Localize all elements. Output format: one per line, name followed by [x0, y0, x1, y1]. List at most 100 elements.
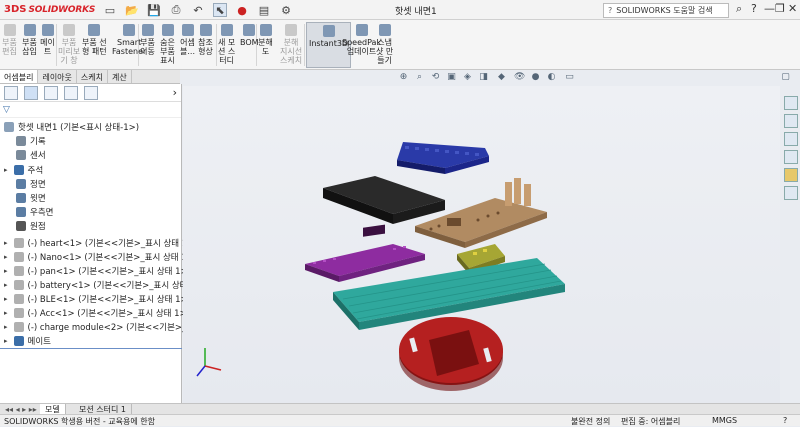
expand-caret-icon[interactable]: ▸ — [4, 239, 8, 247]
appearances-icon[interactable] — [784, 168, 798, 182]
ribbon-insert-component-button[interactable]: 부품 삽입 — [22, 22, 37, 56]
dimxpert-manager-tab-icon[interactable] — [64, 85, 78, 100]
tree-item[interactable]: ▸ 주석 — [4, 163, 43, 176]
search-icon[interactable]: ⌕ — [736, 2, 742, 16]
tree-item[interactable]: ▸ (-) battery<1> (기본<<기본>_표시 상태 1>) — [4, 278, 206, 291]
expand-caret-icon[interactable]: ▸ — [4, 166, 8, 174]
task-pane-tabs — [782, 94, 800, 214]
tree-item[interactable]: ▸ (-) Nano<1> (기본<<기본>_표시 상태 1>) — [4, 250, 197, 263]
ribbon-exploded-view-button[interactable]: 분해 도 — [258, 22, 273, 56]
select-icon[interactable]: ⬉ — [213, 3, 227, 17]
ribbon-component-preview-button[interactable]: 부품 미리보 기 창 — [58, 22, 80, 65]
section-view-icon[interactable]: ▣ — [446, 72, 457, 83]
hide-show-items-icon[interactable]: 👁 — [514, 72, 525, 83]
previous-view-icon[interactable]: ⟲ — [430, 72, 441, 83]
command-tab[interactable]: 어셈블리 — [0, 70, 39, 83]
zoom-area-icon[interactable]: ⌕ — [414, 72, 425, 83]
ribbon-bom-button[interactable]: BOM — [240, 22, 259, 47]
ribbon-move-component-button[interactable]: 부품 이동 — [140, 22, 155, 56]
resources-icon[interactable] — [784, 114, 798, 128]
black-battery-component[interactable] — [323, 176, 445, 224]
close-icon[interactable]: ✕ — [788, 2, 797, 15]
ribbon-reference-geometry-button[interactable]: 참조 형상 — [198, 22, 213, 56]
status-units[interactable]: MMGS — [712, 416, 737, 425]
status-editing: 편집 중: 어셈블리 — [621, 417, 681, 426]
new-document-icon[interactable]: ▭ — [103, 3, 117, 17]
command-tab[interactable]: 레이아웃 — [38, 70, 77, 83]
graphics-area[interactable] — [183, 86, 780, 403]
tree-item[interactable]: ▸ (-) heart<1> (기본<<기본>_표시 상태 1>) — [4, 236, 198, 249]
property-manager-tab-icon[interactable] — [24, 85, 38, 100]
configuration-manager-tab-icon[interactable] — [44, 85, 58, 100]
tree-item[interactable]: ▸ (-) BLE<1> (기본<<기본>_표시 상태 1>) — [4, 292, 191, 305]
tree-item[interactable]: 윗면 — [16, 191, 46, 204]
home-icon[interactable] — [784, 96, 798, 110]
ribbon-edit-component-button[interactable]: 부품 편집 — [2, 22, 17, 56]
help-question-icon[interactable]: ? — [751, 2, 757, 15]
ribbon-new-motion-study-button[interactable]: 새 모션 스 터디 — [218, 22, 235, 65]
options-gear-icon[interactable]: ⚙ — [279, 3, 293, 17]
part-icon — [13, 237, 24, 248]
tree-item[interactable]: 원점 — [16, 219, 46, 232]
expand-caret-icon[interactable]: ▸ — [4, 253, 8, 261]
ribbon-label-line: 터디 — [219, 56, 234, 65]
ribbon-label-line: 삽입 — [22, 47, 37, 56]
tree-item[interactable]: 센서 — [16, 148, 46, 161]
expand-caret-icon[interactable]: ▸ — [4, 281, 8, 289]
ribbon-label-line: 지시선 — [280, 47, 303, 56]
file-explorer-icon[interactable] — [784, 150, 798, 164]
rebuild-icon[interactable]: ● — [235, 3, 249, 17]
save-icon[interactable]: 💾 — [147, 3, 161, 17]
blue-component[interactable] — [397, 142, 489, 174]
custom-properties-icon[interactable] — [784, 186, 798, 200]
undo-icon[interactable]: ↶ — [191, 3, 205, 17]
ribbon-explode-line-sketch-button[interactable]: 분해 지시선 스케치 — [280, 22, 302, 65]
display-manager-tab-icon[interactable] — [84, 85, 98, 100]
red-disc-component[interactable] — [399, 317, 503, 391]
tree-item-label: (-) Acc<1> (기본<<기본>_표시 상태 1>) — [27, 308, 191, 319]
ribbon-linear-pattern-button[interactable]: 부품 선형 패턴 — [82, 22, 107, 56]
tree-item[interactable]: 기록 — [16, 134, 46, 147]
tree-item[interactable]: 정면 — [16, 177, 46, 190]
zoom-to-fit-icon[interactable]: ⊕ — [398, 72, 409, 83]
tree-item[interactable]: ▸ (-) Acc<1> (기본<<기본>_표시 상태 1>) — [4, 306, 191, 319]
expand-caret-icon[interactable]: ▸ — [4, 295, 8, 303]
ribbon-snapshot-button[interactable]: 스냅 샷 만 들기 — [376, 22, 393, 65]
file-properties-icon[interactable]: ▤ — [257, 3, 271, 17]
apply-scene-icon[interactable]: ◐ — [546, 72, 557, 83]
tree-filter[interactable]: ▽ — [0, 102, 181, 118]
feature-manager-tab-icon[interactable] — [4, 85, 18, 100]
minimize-icon[interactable]: — — [764, 2, 775, 15]
view-settings-icon[interactable]: ▭ — [564, 72, 575, 83]
edit-appearance-icon[interactable]: ● — [530, 72, 541, 83]
display-style-icon[interactable]: ◆ — [496, 72, 507, 83]
ribbon-label-line: 들기 — [377, 56, 392, 65]
dynamic-annotation-icon[interactable]: ◈ — [462, 72, 473, 83]
command-tab[interactable]: 스케치 — [77, 70, 108, 83]
maximize-viewport-icon[interactable]: ▢ — [780, 72, 791, 83]
purple-component[interactable] — [305, 224, 425, 282]
expand-caret-icon[interactable]: ▸ — [4, 323, 8, 331]
expand-caret-icon[interactable]: ▸ — [4, 267, 8, 275]
panel-expand-chevron-icon[interactable]: › — [173, 86, 177, 99]
tree-item[interactable]: 우측면 — [16, 205, 53, 218]
status-help-icon[interactable]: ? — [783, 416, 787, 425]
command-tab[interactable]: 계산 — [108, 70, 132, 83]
view-orientation-icon[interactable]: ◨ — [478, 72, 489, 83]
tan-board-component[interactable] — [415, 178, 547, 248]
open-file-icon[interactable]: 📂 — [125, 3, 139, 17]
solidworks-logo[interactable]: 3DS SOLIDWORKS — [4, 4, 95, 15]
restore-icon[interactable]: ❐ — [775, 2, 785, 15]
ribbon-mate-button[interactable]: 메이 트 — [40, 22, 55, 56]
edit-component-icon — [2, 22, 17, 37]
help-search-box[interactable]: ? SOLIDWORKS 도움말 검색 — [603, 3, 729, 18]
expand-caret-icon[interactable]: ▸ — [4, 309, 8, 317]
ribbon-show-hidden-button[interactable]: 숨은 부품 표시 — [160, 22, 175, 65]
tree-root[interactable]: 핫셋 내면1 (기본<표시 상태-1>) — [4, 120, 139, 133]
print-icon[interactable]: ⎙ — [169, 3, 183, 17]
design-library-icon[interactable] — [784, 132, 798, 146]
ribbon-assembly-features-button[interactable]: 어셈 블... — [180, 22, 195, 56]
tree-item[interactable]: ▸ 메이트 — [4, 334, 51, 347]
tree-item[interactable]: ▸ (-) pan<1> (기본<<기본>_표시 상태 1>) — [4, 264, 191, 277]
expand-caret-icon[interactable]: ▸ — [4, 337, 8, 345]
